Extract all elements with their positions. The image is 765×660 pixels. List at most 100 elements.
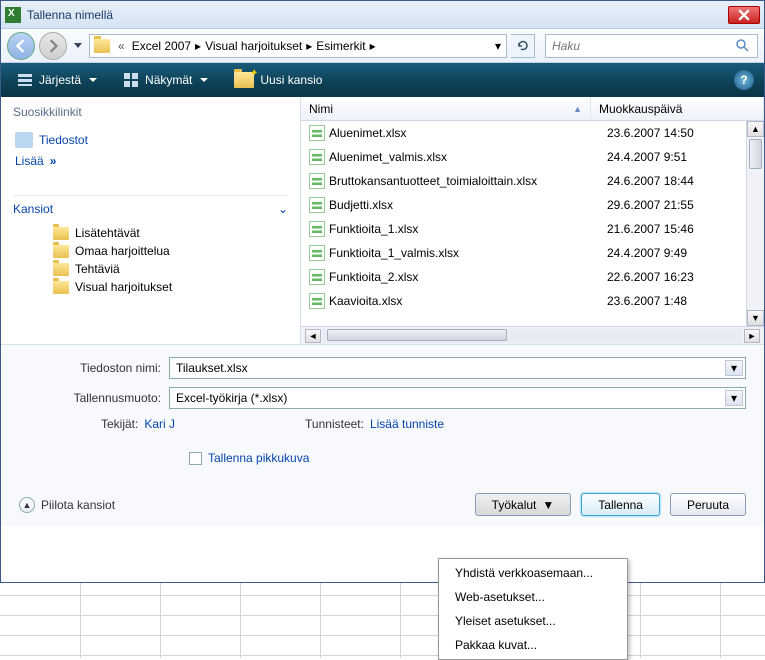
- search-input[interactable]: [552, 39, 735, 53]
- filetype-label: Tallennusmuoto:: [19, 391, 169, 405]
- filetype-value: Excel-työkirja (*.xlsx): [176, 391, 287, 405]
- new-folder-icon: [234, 72, 254, 88]
- help-button[interactable]: ?: [734, 70, 754, 90]
- close-button[interactable]: [728, 6, 760, 24]
- breadcrumb-sep: «: [114, 39, 129, 53]
- chevron-down-icon: ▼: [542, 498, 554, 512]
- search-box[interactable]: [545, 34, 758, 58]
- breadcrumb-item[interactable]: Esimerkit: [313, 37, 368, 55]
- combo-dropdown[interactable]: ▾: [725, 360, 743, 376]
- scroll-track[interactable]: [323, 329, 742, 343]
- more-arrow-icon: »: [50, 154, 57, 168]
- column-date[interactable]: Muokkauspäivä: [591, 97, 764, 120]
- tags-field[interactable]: Tunnisteet: Lisää tunniste: [305, 417, 444, 431]
- breadcrumb-item[interactable]: Visual harjoitukset: [202, 37, 305, 55]
- xlsx-icon: [309, 293, 325, 309]
- tools-button[interactable]: Työkalut ▼: [475, 493, 572, 516]
- folder-icon: [53, 281, 69, 294]
- refresh-button[interactable]: [511, 34, 535, 58]
- excel-icon: [5, 7, 21, 23]
- file-name: Kaavioita.xlsx: [329, 294, 607, 308]
- views-icon: [123, 72, 139, 88]
- breadcrumb-chevron[interactable]: ▸: [369, 34, 377, 58]
- xlsx-icon: [309, 173, 325, 189]
- folders-header[interactable]: Kansiot ⌄: [13, 195, 288, 216]
- file-name: Aluenimet_valmis.xlsx: [329, 150, 607, 164]
- scroll-up-button[interactable]: ▲: [747, 121, 764, 137]
- history-dropdown[interactable]: [71, 34, 85, 58]
- folders-label: Kansiot: [13, 202, 53, 216]
- tags-value[interactable]: Lisää tunniste: [370, 417, 444, 431]
- cancel-button[interactable]: Peruuta: [670, 493, 746, 516]
- back-button[interactable]: [7, 32, 35, 60]
- tools-label: Työkalut: [492, 498, 537, 512]
- favorites-documents[interactable]: Tiedostot: [13, 129, 288, 151]
- scroll-down-button[interactable]: ▼: [747, 310, 764, 326]
- file-row[interactable]: Kaavioita.xlsx23.6.2007 1:48: [301, 289, 764, 313]
- file-row[interactable]: Budjetti.xlsx29.6.2007 21:55: [301, 193, 764, 217]
- file-row[interactable]: Bruttokansantuotteet_toimialoittain.xlsx…: [301, 169, 764, 193]
- scroll-left-button[interactable]: ◄: [305, 329, 321, 343]
- xlsx-icon: [309, 125, 325, 141]
- nav-bar: « Excel 2007 ▸ Visual harjoitukset ▸ Esi…: [1, 29, 764, 63]
- organize-icon: [17, 72, 33, 88]
- body-split: Suosikkilinkit Tiedostot Lisää » Kansiot…: [1, 97, 764, 344]
- forward-button[interactable]: [39, 32, 67, 60]
- arrow-left-icon: [14, 39, 28, 53]
- combo-dropdown[interactable]: ▾: [725, 390, 743, 406]
- filetype-combo[interactable]: Excel-työkirja (*.xlsx) ▾: [169, 387, 746, 409]
- scroll-thumb[interactable]: [327, 329, 507, 341]
- breadcrumb-chevron[interactable]: ▸: [194, 34, 202, 58]
- menu-item-map-drive[interactable]: Yhdistä verkkoasemaan...: [441, 561, 625, 585]
- file-row[interactable]: Funktioita_2.xlsx22.6.2007 16:23: [301, 265, 764, 289]
- tree-item[interactable]: Lisätehtävät: [53, 224, 288, 242]
- scroll-right-button[interactable]: ►: [744, 329, 760, 343]
- breadcrumb-chevron[interactable]: ▸: [305, 34, 313, 58]
- filename-combo[interactable]: Tilaukset.xlsx ▾: [169, 357, 746, 379]
- file-row[interactable]: Funktioita_1.xlsx21.6.2007 15:46: [301, 217, 764, 241]
- column-name[interactable]: Nimi ▲: [301, 97, 591, 120]
- new-folder-button[interactable]: Uusi kansio: [228, 69, 328, 91]
- hide-folders-toggle[interactable]: ▲ Piilota kansiot: [19, 497, 115, 513]
- tree-label: Omaa harjoittelua: [75, 244, 170, 258]
- organize-button[interactable]: Järjestä: [11, 69, 103, 91]
- vertical-scrollbar[interactable]: ▲ ▼: [746, 121, 764, 326]
- save-thumbnail-checkbox[interactable]: [189, 452, 202, 465]
- horizontal-scrollbar[interactable]: ◄ ►: [301, 326, 764, 344]
- titlebar[interactable]: Tallenna nimellä: [1, 1, 764, 29]
- column-label: Nimi: [309, 102, 333, 116]
- file-row[interactable]: Funktioita_1_valmis.xlsx24.4.2007 9:49: [301, 241, 764, 265]
- tree-item[interactable]: Omaa harjoittelua: [53, 242, 288, 260]
- tree-item[interactable]: Visual harjoitukset: [53, 278, 288, 296]
- file-name: Bruttokansantuotteet_toimialoittain.xlsx: [329, 174, 607, 188]
- help-icon: ?: [740, 73, 747, 87]
- favorites-label: Tiedostot: [39, 133, 88, 147]
- breadcrumb-recent[interactable]: ▾: [494, 34, 502, 58]
- save-thumbnail-label[interactable]: Tallenna pikkukuva: [208, 451, 309, 465]
- chevron-down-icon: [89, 78, 97, 83]
- sort-asc-icon: ▲: [573, 104, 582, 114]
- file-row[interactable]: Aluenimet_valmis.xlsx24.4.2007 9:51: [301, 145, 764, 169]
- file-name: Funktioita_2.xlsx: [329, 270, 607, 284]
- scroll-thumb[interactable]: [749, 139, 762, 169]
- breadcrumb-item[interactable]: Excel 2007: [129, 37, 194, 55]
- menu-item-compress-pictures[interactable]: Pakkaa kuvat...: [441, 633, 625, 657]
- file-name: Aluenimet.xlsx: [329, 126, 607, 140]
- views-button[interactable]: Näkymät: [117, 69, 214, 91]
- menu-item-general-options[interactable]: Yleiset asetukset...: [441, 609, 625, 633]
- file-name: Funktioita_1_valmis.xlsx: [329, 246, 607, 260]
- file-date: 24.4.2007 9:49: [607, 246, 764, 260]
- authors-value[interactable]: Kari J: [144, 417, 175, 431]
- tree-item[interactable]: Tehtäviä: [53, 260, 288, 278]
- menu-item-web-options[interactable]: Web-asetukset...: [441, 585, 625, 609]
- file-row[interactable]: Aluenimet.xlsx23.6.2007 14:50: [301, 121, 764, 145]
- authors-field[interactable]: Tekijät: Kari J: [101, 417, 175, 431]
- column-label: Muokkauspäivä: [599, 102, 682, 116]
- xlsx-icon: [309, 149, 325, 165]
- authors-label: Tekijät:: [101, 417, 138, 431]
- search-icon: [735, 38, 751, 54]
- favorites-more[interactable]: Lisää »: [13, 151, 288, 171]
- filename-value: Tilaukset.xlsx: [176, 361, 248, 375]
- save-button[interactable]: Tallenna: [581, 493, 660, 516]
- breadcrumb-bar[interactable]: « Excel 2007 ▸ Visual harjoitukset ▸ Esi…: [89, 34, 507, 58]
